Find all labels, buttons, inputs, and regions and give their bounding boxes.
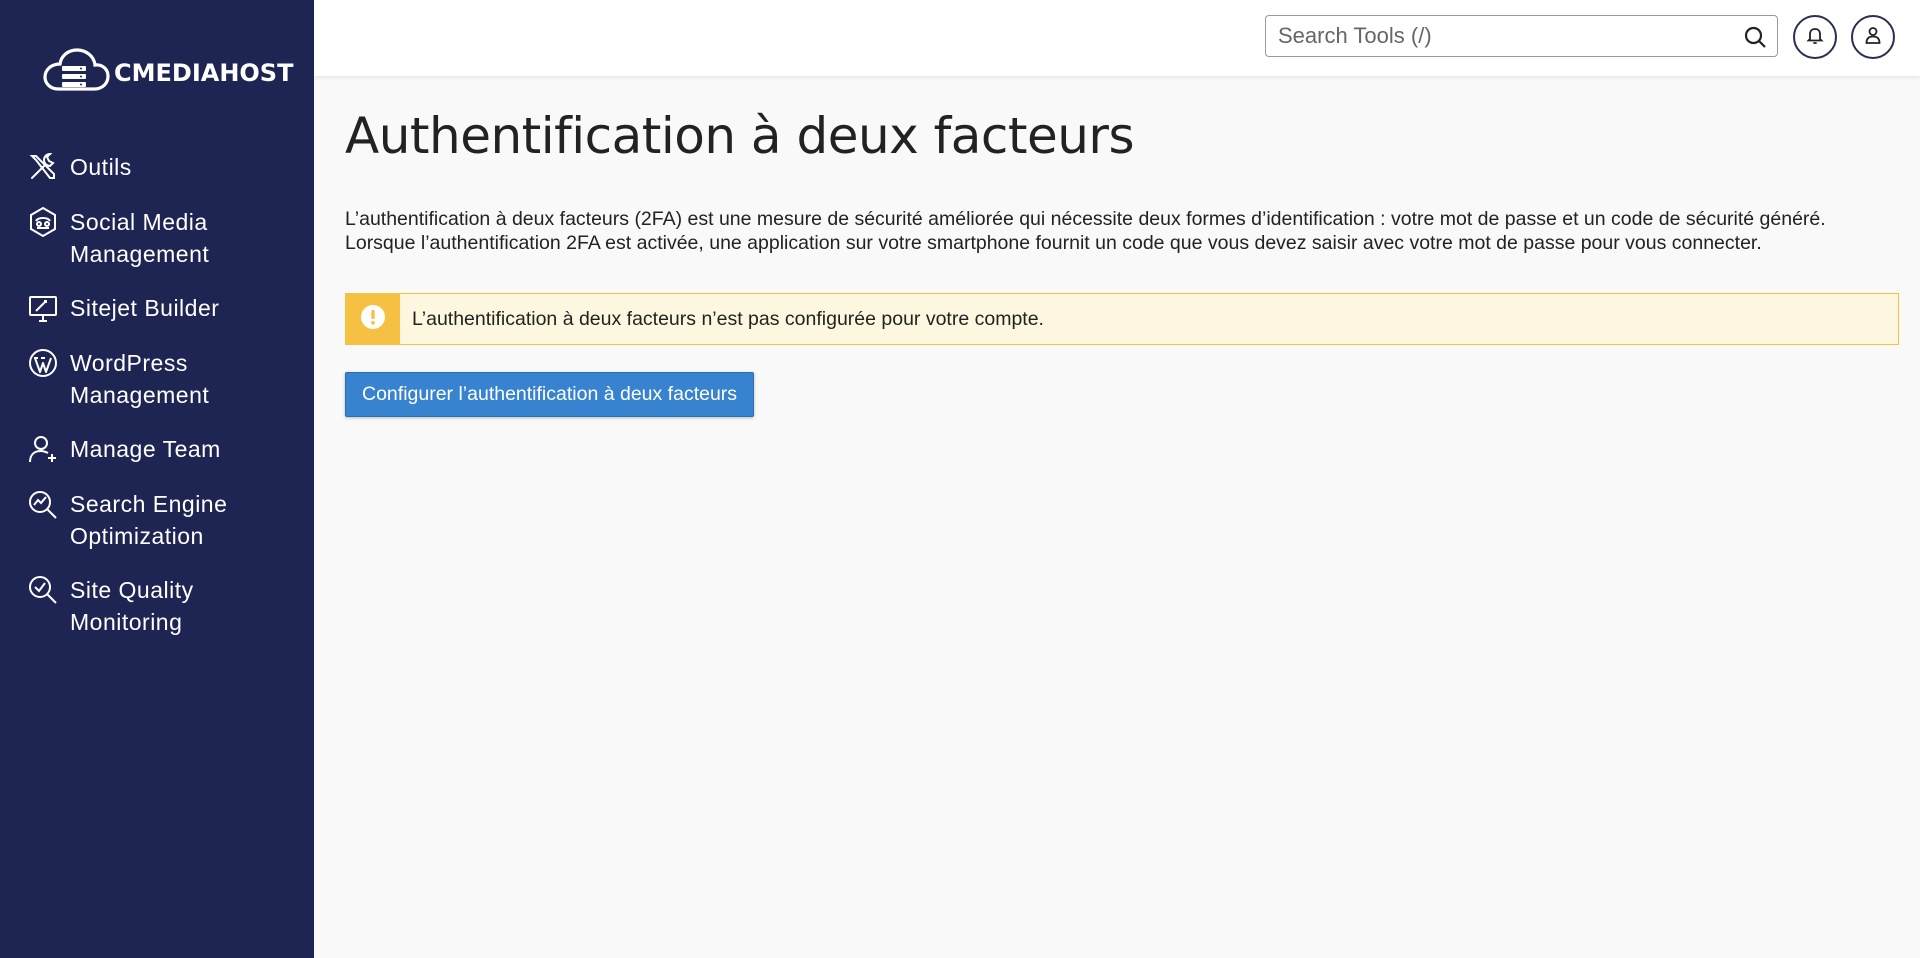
sidebar-item-label: Site Quality (70, 577, 194, 603)
sidebar-item-social-media[interactable]: Social Media Management (0, 205, 314, 270)
search-icon[interactable] (1743, 25, 1767, 49)
main-content: Authentification à deux facteurs L’authe… (345, 76, 1900, 417)
sidebar-item-sitejet[interactable]: Sitejet Builder (0, 291, 314, 325)
search-input[interactable] (1266, 17, 1726, 55)
seo-chart-icon (26, 487, 60, 521)
sidebar-item-outils[interactable]: Outils (0, 150, 314, 184)
user-plus-icon (26, 432, 60, 466)
brand-logo[interactable]: CMEDIAHOST (40, 47, 294, 100)
sidebar-item-label: Sitejet Builder (70, 295, 220, 321)
wordpress-icon (26, 346, 60, 380)
sidebar: CMEDIAHOST Outils Social Media Managemen… (0, 0, 314, 958)
warning-icon (359, 303, 387, 336)
sidebar-item-label: WordPress (70, 350, 188, 376)
sidebar-item-label: Manage Team (70, 436, 221, 462)
cloud-server-icon (40, 47, 112, 100)
sidebar-item-label: Management (70, 382, 210, 408)
page-title: Authentification à deux facteurs (345, 107, 1135, 165)
monitor-design-icon (26, 291, 60, 325)
sidebar-item-site-quality[interactable]: Site Quality Monitoring (0, 573, 314, 638)
sidebar-item-label: Search Engine (70, 491, 228, 517)
page-description: L’authentification à deux facteurs (2FA)… (345, 208, 1826, 254)
sidebar-nav: Outils Social Media Management Sitejet B… (0, 150, 314, 659)
bell-icon (1805, 25, 1825, 50)
sidebar-item-label: Monitoring (70, 609, 183, 635)
top-bar (314, 0, 1920, 76)
sidebar-item-label: Social Media (70, 209, 208, 235)
alert-icon-container (346, 294, 400, 344)
account-button[interactable] (1851, 15, 1895, 59)
alert-message: L’authentification à deux facteurs n’est… (412, 308, 1044, 330)
search-box (1265, 15, 1778, 57)
app-root: CMEDIAHOST Outils Social Media Managemen… (0, 0, 1920, 958)
notifications-button[interactable] (1793, 15, 1837, 59)
brand-name: CMEDIAHOST (114, 59, 294, 87)
sidebar-item-label: Management (70, 241, 210, 267)
sidebar-item-label: Optimization (70, 523, 204, 549)
warning-alert: L’authentification à deux facteurs n’est… (345, 293, 1899, 345)
sidebar-item-manage-team[interactable]: Manage Team (0, 432, 314, 466)
user-icon (1863, 25, 1883, 50)
tools-icon (26, 150, 60, 184)
social-media-icon (26, 205, 60, 239)
configure-2fa-button[interactable]: Configurer l’authentification à deux fac… (345, 372, 755, 417)
sidebar-item-label: Outils (70, 154, 132, 180)
sidebar-item-seo[interactable]: Search Engine Optimization (0, 487, 314, 552)
magnifier-check-icon (26, 573, 60, 607)
sidebar-item-wordpress[interactable]: WordPress Management (0, 346, 314, 411)
